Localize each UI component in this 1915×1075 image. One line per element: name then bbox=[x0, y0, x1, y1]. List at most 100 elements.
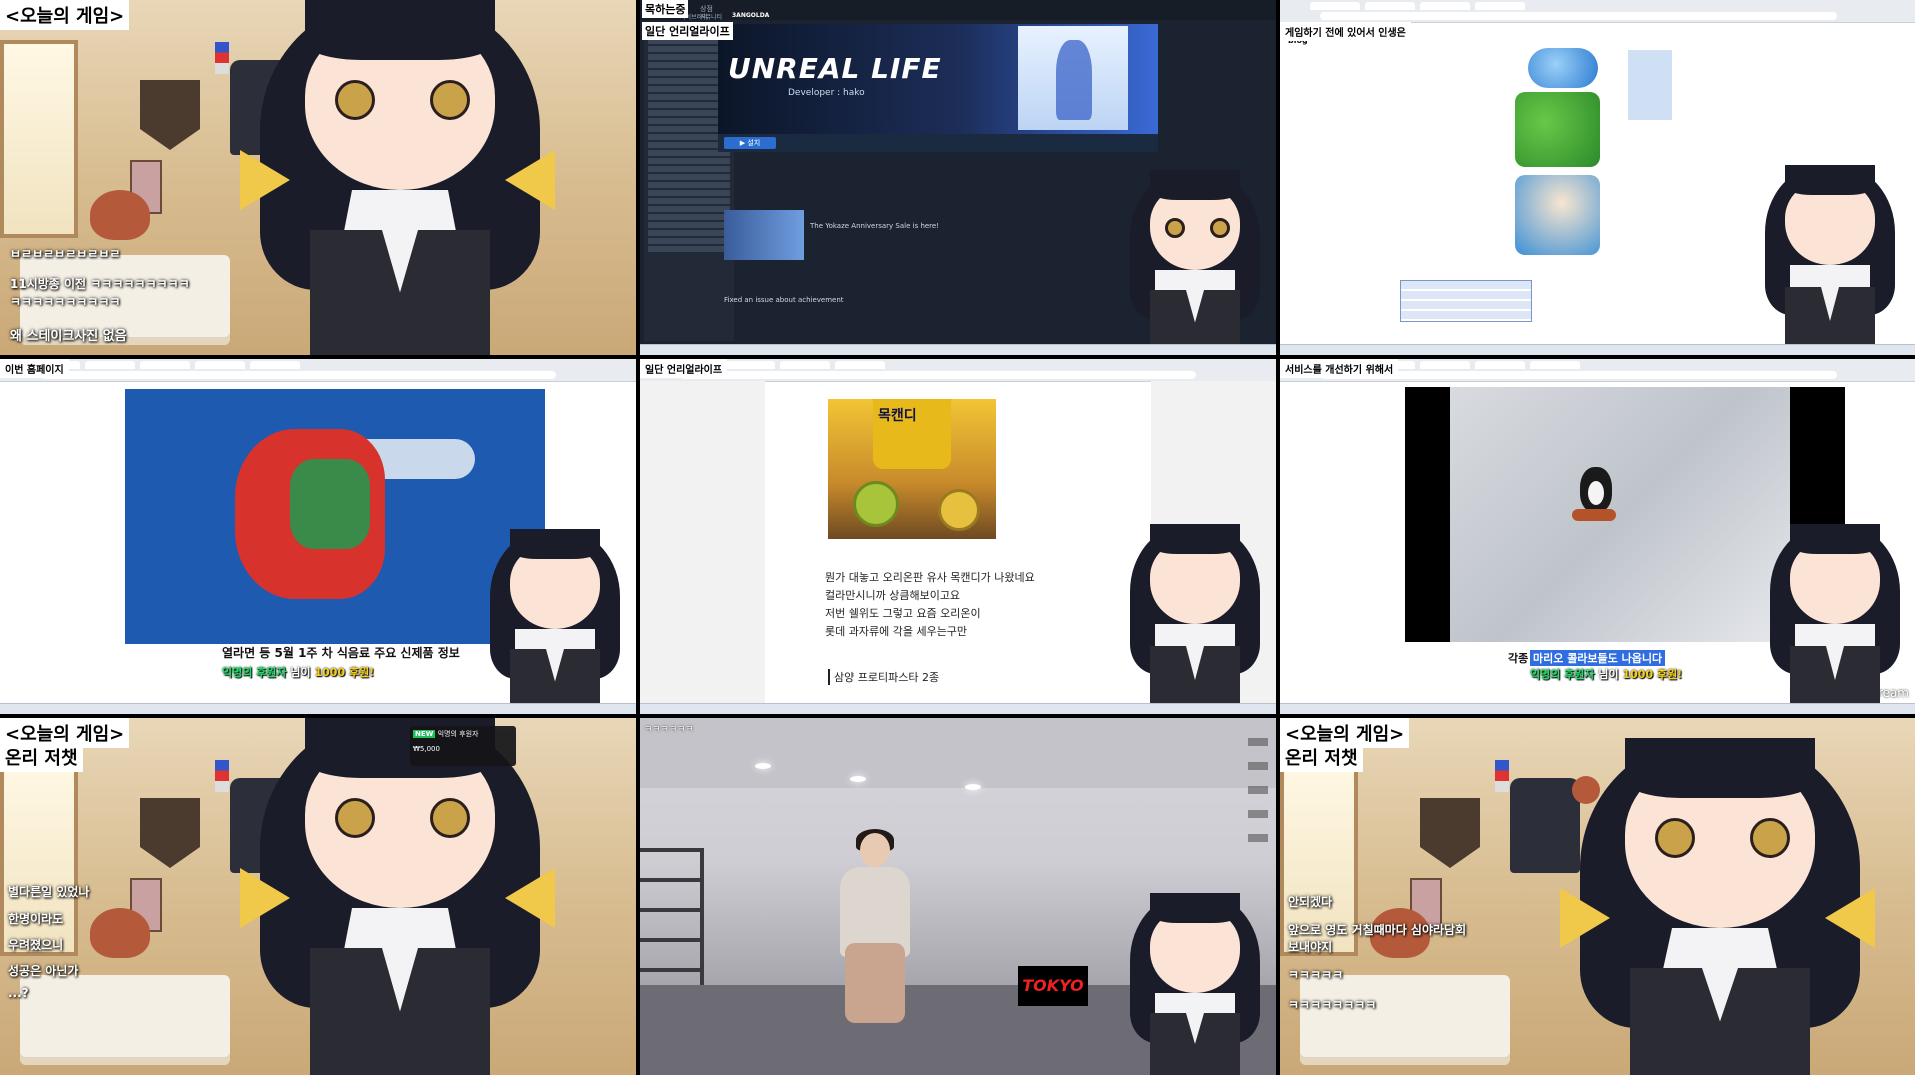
address-bar[interactable] bbox=[40, 371, 556, 379]
blog-paragraph: 뭔가 대놓고 오리온판 유사 목캔디가 나왔네요 컬라만시니까 상큼해보이고요 … bbox=[825, 569, 1035, 641]
overlay-subtitle: 일단 언리얼라이프 bbox=[642, 22, 733, 40]
news-headline[interactable]: The Yokaze Anniversary Sale is here! bbox=[810, 222, 939, 230]
vtuber-avatar-small bbox=[1120, 170, 1270, 355]
chat-header: ㅋㅋㅋㅋㅋㅋ bbox=[644, 725, 694, 735]
shelf bbox=[140, 798, 200, 868]
chat-line: ㅋㅋㅋㅋㅋ bbox=[1288, 968, 1344, 982]
nav-community[interactable]: 커뮤니티 bbox=[700, 12, 722, 21]
vtuber-avatar bbox=[240, 0, 555, 355]
taskbar bbox=[640, 703, 1276, 714]
donation-alert: 익명의 후원자 님이 1000 후원! bbox=[1530, 668, 1683, 681]
install-button[interactable]: ▶ 설치 bbox=[724, 137, 776, 149]
blog-table bbox=[1400, 280, 1532, 322]
bed bbox=[20, 975, 230, 1065]
chat-line: 한명이라도 bbox=[8, 912, 64, 926]
news-thumbnail[interactable] bbox=[724, 210, 804, 260]
taskbar bbox=[1280, 344, 1915, 355]
chat-line: 우려졌으니 bbox=[8, 938, 64, 952]
steam-topbar: 상점 라이브러리 커뮤니티 3ANGOLDA bbox=[640, 0, 1276, 21]
overlay-title: 게임하기 전에 있어서 인생은 bbox=[1280, 22, 1411, 41]
side-icons bbox=[1248, 738, 1268, 848]
snack-photo: 목캔디 bbox=[828, 399, 996, 539]
chat-line: 11시방종 이전 ㅋㅋㅋㅋㅋㅋㅋㅋㅋ bbox=[10, 277, 190, 291]
browser-bar bbox=[0, 359, 636, 382]
achievement-text: Fixed an issue about achievement bbox=[724, 296, 844, 304]
snack-label: 목캔디 bbox=[878, 408, 917, 424]
vtuber-avatar-small bbox=[1760, 524, 1910, 714]
chat-line: 안되겠다 bbox=[1288, 895, 1333, 909]
shelf bbox=[140, 80, 200, 150]
overlay-title: 서비스를 개선하기 위해서 bbox=[1280, 359, 1399, 378]
ceiling-light bbox=[755, 763, 771, 769]
game-title-caption: <오늘의 게임> bbox=[0, 0, 130, 30]
overlay-title: 목하는중 bbox=[642, 0, 689, 18]
ceiling bbox=[640, 718, 1276, 788]
chat-line: ㅋㅋㅋㅋㅋㅋㅋㅋㅋㅋ bbox=[10, 295, 121, 309]
stream-grid: <오늘의 게임> ㅂㄹㅂㄹㅂㄹㅂㄹㅂㄹ 11시방종 이전 ㅋㅋㅋㅋㅋㅋㅋㅋㅋ ㅋ… bbox=[0, 0, 1915, 1075]
taskbar bbox=[0, 703, 636, 714]
chat-line: ㅋㅋㅋㅋㅋㅋㅋㅋ bbox=[1288, 998, 1377, 1012]
blog-line: 저번 쉘위도 그렇고 요즘 오리온이 bbox=[825, 607, 981, 620]
taskbar bbox=[640, 344, 1276, 355]
3d-character bbox=[830, 829, 920, 1023]
flag bbox=[1495, 760, 1509, 792]
flag bbox=[215, 42, 229, 74]
game-logo: UNREAL LIFE bbox=[728, 52, 942, 85]
taskbar bbox=[1280, 703, 1915, 714]
highlight-prefix: 각종 bbox=[1508, 652, 1529, 665]
panel-blog-2: 이번 홈페이지 열라면 등 5월 1주 차 식음료 주요 신제품 정보 익명의 … bbox=[0, 359, 636, 714]
section-heading: 삼양 프로티파스타 2종 bbox=[828, 669, 939, 685]
blog-image-2 bbox=[1515, 92, 1600, 167]
plush-bug bbox=[90, 908, 150, 958]
chat-line: 앞으로 영도 거칠때마다 심야라담회 bbox=[1288, 923, 1467, 937]
page-gutter-left bbox=[640, 381, 765, 704]
sidebar-map[interactable] bbox=[1628, 50, 1672, 120]
panel-room-3: <오늘의 게임> 온리 저챗 안되겠다 앞으로 영도 거칠때마다 심야라담회 보… bbox=[1280, 718, 1915, 1075]
chat-line: ㅂㄹㅂㄹㅂㄹㅂㄹㅂㄹ bbox=[10, 247, 121, 261]
chat-line: 별다른일 있었나 bbox=[8, 885, 90, 899]
browser-bar bbox=[1280, 0, 1915, 23]
address-bar[interactable] bbox=[1320, 12, 1837, 20]
panel-video: 서비스를 개선하기 위해서 각종 마리오 콜라보들도 나옵니다 익명의 후원자 … bbox=[1280, 359, 1915, 714]
article-subtitle: 열라면 등 5월 1주 차 식음료 주요 신제품 정보 bbox=[222, 646, 460, 660]
tokyo-logo: TOKYO bbox=[1018, 966, 1088, 1006]
game-subtitle-caption: 온리 저챗 bbox=[1280, 742, 1363, 772]
vtuber-avatar bbox=[240, 718, 555, 1075]
blog-line: 컬라만시니까 상큼해보이고요 bbox=[825, 589, 961, 602]
browser-bar bbox=[640, 359, 1276, 382]
vtuber-avatar bbox=[1560, 738, 1875, 1075]
game-subtitle-caption: 온리 저챗 bbox=[0, 742, 83, 772]
donation-popup: NEW 익명의 후원자 ₩5,000 bbox=[410, 726, 516, 766]
bed bbox=[1300, 975, 1510, 1065]
ceiling-light bbox=[965, 784, 981, 790]
shelf bbox=[1420, 798, 1480, 868]
highlighted-text: 마리오 콜라보들도 나옵니다 bbox=[1530, 650, 1666, 666]
nav-username[interactable]: 3ANGOLDA bbox=[732, 12, 769, 19]
chat-line: 왜 스테이크사진 없음 bbox=[10, 329, 127, 344]
hero-art bbox=[1018, 26, 1128, 130]
vtuber-avatar-small bbox=[1120, 524, 1270, 714]
blog-line: 롯데 과자류에 각을 세우는구만 bbox=[825, 625, 968, 638]
overlay-title: 일단 언리얼라이프 bbox=[640, 359, 728, 378]
panel-steam: 상점 라이브러리 커뮤니티 3ANGOLDA UNREAL LIFE Devel… bbox=[640, 0, 1276, 355]
chat-line: ...? bbox=[8, 986, 29, 1000]
developer-label: Developer : hako bbox=[788, 88, 865, 98]
chat-line: 보내야지 bbox=[1288, 940, 1333, 954]
overlay-title: 이번 홈페이지 bbox=[0, 359, 69, 378]
plush-bug bbox=[90, 190, 150, 240]
vtuber-avatar-small bbox=[480, 529, 630, 714]
panel-room-2: <오늘의 게임> 온리 저챗 NEW 익명의 후원자 ₩5,000 별다른일 있… bbox=[0, 718, 636, 1075]
blog-image-3 bbox=[1515, 175, 1600, 255]
panel-blog-1: blog 게임하기 전에 있어서 인생은 bbox=[1280, 0, 1915, 355]
blog-line: 뭔가 대놓고 오리온판 유사 목캔디가 나왔네요 bbox=[825, 571, 1035, 584]
flag bbox=[215, 760, 229, 792]
vtuber-avatar-small bbox=[1755, 165, 1905, 355]
blog-image-1 bbox=[1528, 48, 1598, 88]
play-bar bbox=[718, 134, 1158, 152]
donation-alert: 익명의 후원자 님이 1000 후원! bbox=[222, 666, 375, 679]
ceiling-light bbox=[850, 776, 866, 782]
address-bar[interactable] bbox=[680, 371, 1196, 379]
panel-room-1: <오늘의 게임> ㅂㄹㅂㄹㅂㄹㅂㄹㅂㄹ 11시방종 이전 ㅋㅋㅋㅋㅋㅋㅋㅋㅋ ㅋ… bbox=[0, 0, 636, 355]
window bbox=[0, 40, 78, 238]
panel-3d-room: ㅋㅋㅋㅋㅋㅋ TOKYO bbox=[640, 718, 1276, 1075]
